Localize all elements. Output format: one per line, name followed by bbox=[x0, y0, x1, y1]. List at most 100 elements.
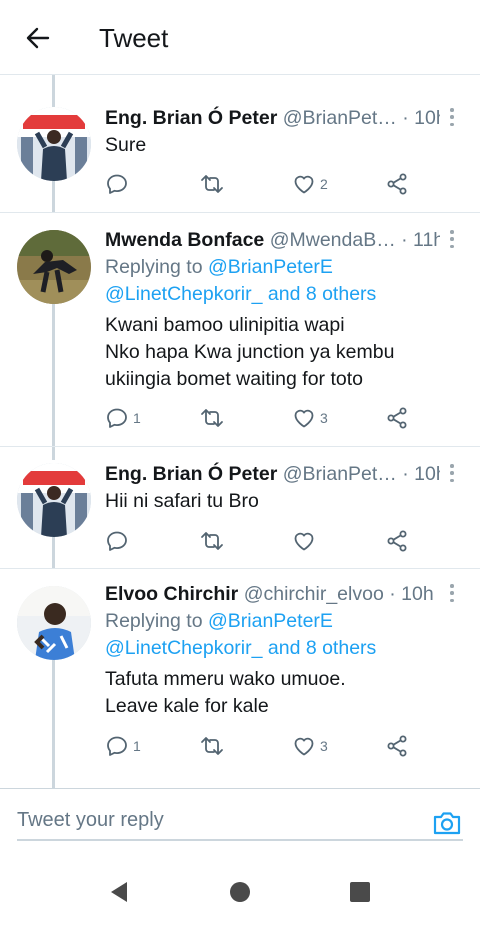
share-button[interactable] bbox=[385, 529, 409, 553]
tweet-text: Hii ni safari tu Bro bbox=[105, 490, 259, 512]
tweet-time: · 10h bbox=[402, 463, 440, 485]
more-icon bbox=[450, 230, 454, 234]
top-bar: Tweet bbox=[0, 0, 480, 75]
reply-count: 1 bbox=[133, 738, 141, 754]
retweet-icon bbox=[201, 409, 223, 427]
reply-button[interactable]: 1 bbox=[105, 406, 141, 430]
replying-to-label: Replying to bbox=[105, 256, 203, 278]
tweet-text: Sure bbox=[105, 134, 147, 156]
like-count: 2 bbox=[320, 176, 328, 192]
tweet[interactable]: Mwenda Bonface @MwendaB… · 11h Replying … bbox=[0, 213, 480, 447]
retweet-icon bbox=[201, 532, 223, 550]
share-icon bbox=[387, 407, 407, 429]
nav-back-button[interactable] bbox=[105, 878, 133, 906]
author-handle[interactable]: @BrianPet… bbox=[283, 107, 397, 129]
tweet-header: Eng. Brian Ó Peter @BrianPet… · 10h bbox=[105, 461, 440, 487]
share-button[interactable] bbox=[385, 734, 409, 758]
author-handle[interactable]: @chirchir_elvoo bbox=[244, 583, 384, 605]
tweet-text: Tafuta mmeru wako umuoe. Leave kale for … bbox=[105, 668, 346, 717]
retweet-button[interactable] bbox=[200, 529, 228, 553]
nav-home-icon bbox=[230, 882, 250, 902]
tweet-time: · 10h bbox=[402, 107, 440, 129]
reply-button[interactable]: 1 bbox=[105, 734, 141, 758]
nav-back-icon bbox=[111, 882, 127, 902]
more-options-button[interactable] bbox=[446, 583, 458, 603]
replying-to: Replying to @BrianPeterE @LinetChepkorir… bbox=[105, 254, 450, 308]
replying-to-user-link[interactable]: @BrianPeterE bbox=[208, 610, 333, 632]
back-arrow-icon bbox=[26, 27, 50, 49]
reply-icon bbox=[107, 408, 127, 428]
author-name[interactable]: Eng. Brian Ó Peter bbox=[105, 107, 277, 129]
tweet-actions: 1 3 bbox=[105, 734, 425, 758]
tweet-header: Elvoo Chirchir @chirchir_elvoo · 10h bbox=[105, 581, 440, 607]
like-button[interactable]: 3 bbox=[292, 734, 328, 758]
like-count: 3 bbox=[320, 410, 328, 426]
tweet[interactable]: Eng. Brian Ó Peter @BrianPet… · 10h Sure… bbox=[0, 75, 480, 213]
reply-button[interactable] bbox=[105, 529, 133, 553]
replying-to-user-link[interactable]: @BrianPeterE bbox=[208, 256, 333, 278]
author-handle[interactable]: @BrianPet… bbox=[283, 463, 397, 485]
share-icon bbox=[387, 735, 407, 757]
nav-recents-icon bbox=[350, 882, 370, 902]
replying-to-others-link[interactable]: @LinetChepkorir_ and 8 others bbox=[105, 283, 376, 305]
reply-button[interactable] bbox=[105, 172, 133, 196]
camera-icon bbox=[433, 812, 461, 835]
share-button[interactable] bbox=[385, 172, 409, 196]
tweet[interactable]: Eng. Brian Ó Peter @BrianPet… · 10h Hii … bbox=[0, 447, 480, 569]
avatar-photo bbox=[17, 230, 91, 304]
tweet-actions: 1 3 bbox=[105, 406, 425, 430]
retweet-button[interactable] bbox=[200, 734, 228, 758]
reply-composer bbox=[0, 788, 480, 858]
camera-button[interactable] bbox=[431, 808, 463, 838]
share-icon bbox=[387, 173, 407, 195]
more-icon bbox=[450, 464, 454, 468]
more-icon bbox=[450, 584, 454, 588]
retweet-button[interactable] bbox=[200, 406, 228, 430]
system-nav-bar bbox=[0, 858, 480, 925]
like-icon bbox=[294, 175, 314, 194]
like-icon bbox=[294, 532, 314, 551]
page-title: Tweet bbox=[99, 23, 169, 53]
like-button[interactable] bbox=[292, 529, 320, 553]
author-name[interactable]: Elvoo Chirchir bbox=[105, 583, 238, 605]
reply-icon bbox=[107, 531, 127, 551]
more-options-button[interactable] bbox=[446, 463, 458, 483]
tweet-actions bbox=[105, 529, 425, 553]
author-handle[interactable]: @MwendaB… bbox=[270, 229, 396, 251]
share-icon bbox=[387, 530, 407, 552]
replying-to: Replying to @BrianPeterE @LinetChepkorir… bbox=[105, 608, 450, 662]
tweet[interactable]: Elvoo Chirchir @chirchir_elvoo · 10h Rep… bbox=[0, 569, 480, 788]
nav-recents-button[interactable] bbox=[346, 878, 374, 906]
like-button[interactable]: 2 bbox=[292, 172, 328, 196]
share-button[interactable] bbox=[385, 406, 409, 430]
replying-to-label: Replying to bbox=[105, 610, 203, 632]
author-name[interactable]: Eng. Brian Ó Peter bbox=[105, 463, 277, 485]
avatar[interactable] bbox=[17, 463, 91, 537]
tweet-time: · 11h bbox=[401, 229, 440, 251]
like-icon bbox=[294, 737, 314, 756]
retweet-icon bbox=[201, 737, 223, 755]
reply-icon bbox=[107, 736, 127, 756]
avatar[interactable] bbox=[17, 107, 91, 181]
avatar-photo bbox=[17, 463, 91, 537]
reply-input[interactable] bbox=[17, 801, 463, 841]
tweet-header: Mwenda Bonface @MwendaB… · 11h bbox=[105, 227, 440, 253]
nav-home-button[interactable] bbox=[226, 878, 254, 906]
like-count: 3 bbox=[320, 738, 328, 754]
avatar-photo bbox=[17, 107, 91, 181]
tweet-header: Eng. Brian Ó Peter @BrianPet… · 10h bbox=[105, 105, 440, 131]
replying-to-others-link[interactable]: @LinetChepkorir_ and 8 others bbox=[105, 637, 376, 659]
more-options-button[interactable] bbox=[446, 229, 458, 249]
retweet-button[interactable] bbox=[200, 172, 228, 196]
avatar[interactable] bbox=[17, 586, 91, 660]
author-name[interactable]: Mwenda Bonface bbox=[105, 229, 264, 251]
back-button[interactable] bbox=[20, 20, 56, 56]
reply-icon bbox=[107, 174, 127, 194]
tweet-text: Kwani bamoo ulinipitia wapi Nko hapa Kwa… bbox=[105, 314, 395, 390]
reply-count: 1 bbox=[133, 410, 141, 426]
retweet-icon bbox=[201, 175, 223, 193]
like-icon bbox=[294, 409, 314, 428]
avatar[interactable] bbox=[17, 230, 91, 304]
more-options-button[interactable] bbox=[446, 107, 458, 127]
like-button[interactable]: 3 bbox=[292, 406, 328, 430]
